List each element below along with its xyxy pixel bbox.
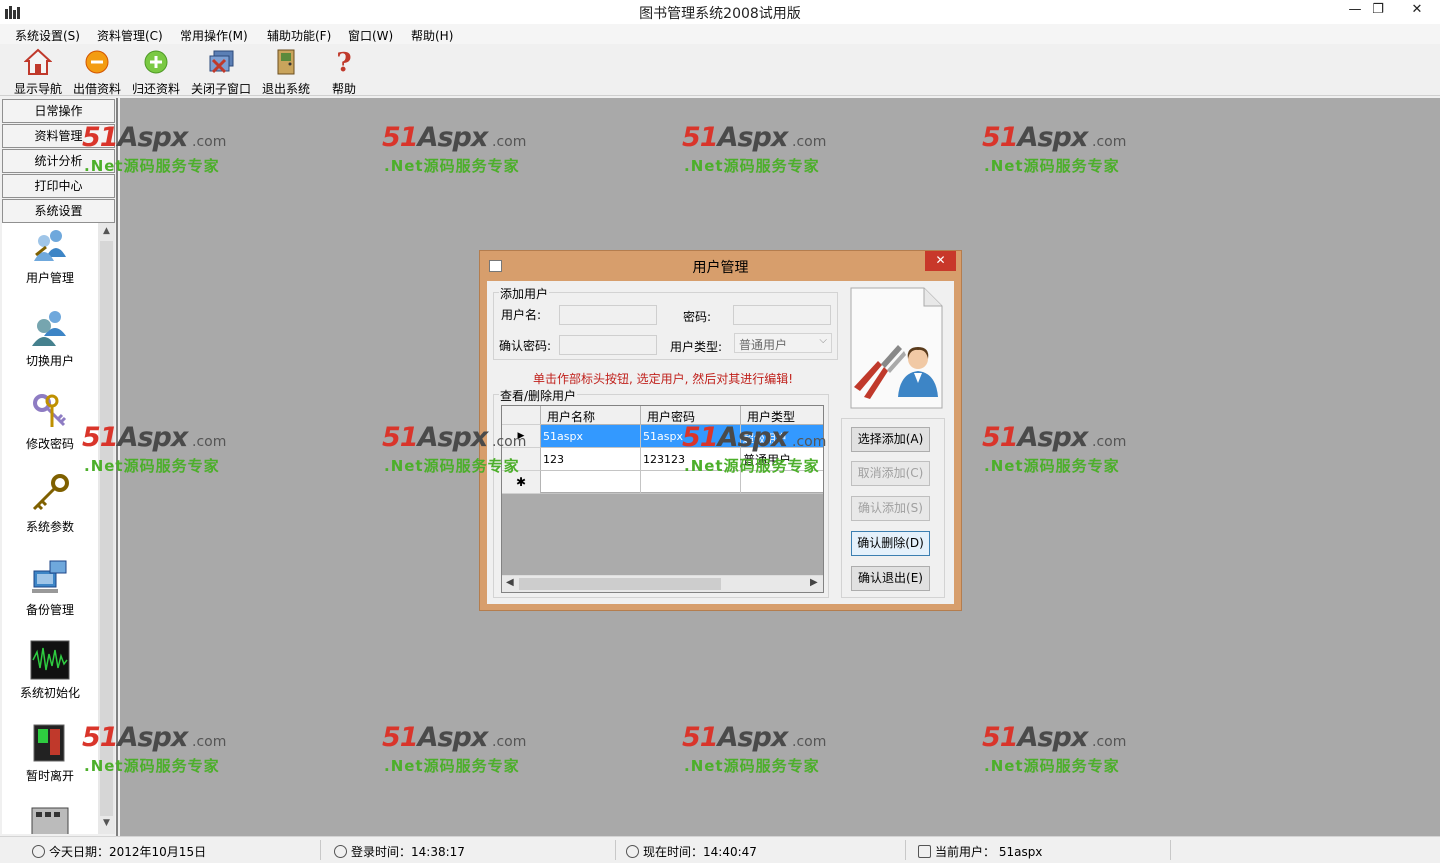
watermark: 51Aspx .com .Net源码服务专家 bbox=[982, 422, 1127, 475]
watermark: 51Aspx .com .Net源码服务专家 bbox=[982, 722, 1127, 775]
oscilloscope-icon bbox=[30, 640, 70, 680]
help-icon: ? bbox=[330, 48, 358, 78]
return-data-button[interactable]: 归还资料 bbox=[131, 46, 181, 96]
close-child-window-button[interactable]: 关闭子窗口 bbox=[190, 46, 252, 96]
watermark: 51Aspx .com .Net源码服务专家 bbox=[82, 122, 227, 175]
scroll-down-icon[interactable]: ▼ bbox=[98, 818, 115, 828]
nav-item-system-parameters[interactable]: 系统参数 bbox=[2, 474, 98, 535]
nav-header-daily[interactable]: 日常操作 bbox=[2, 99, 115, 123]
key-icon bbox=[30, 474, 70, 514]
edit-hint: 单击作部标头按钮, 选定用户, 然后对其进行编辑! bbox=[533, 372, 794, 386]
window-title: 图书管理系统2008试用版 bbox=[639, 6, 801, 22]
status-current-user: 当前用户： 51aspx bbox=[918, 843, 1042, 860]
clock-icon bbox=[32, 845, 45, 858]
password-input[interactable] bbox=[733, 305, 831, 325]
house-icon bbox=[23, 48, 53, 76]
users-icon bbox=[30, 225, 70, 265]
dialog-title-bar[interactable]: 用户管理 ✕ bbox=[480, 251, 961, 280]
table-cell[interactable] bbox=[541, 471, 641, 494]
dialog-title: 用户管理 bbox=[692, 260, 749, 276]
column-header-username[interactable]: 用户名称 bbox=[541, 406, 641, 425]
calculator-icon bbox=[30, 806, 70, 834]
nav-item-switch-user[interactable]: 切换用户 bbox=[2, 308, 98, 369]
watermark: 51Aspx .com .Net源码服务专家 bbox=[682, 722, 827, 775]
menu-auxiliary[interactable]: 辅助功能(F) bbox=[267, 27, 331, 44]
status-current-time: 现在时间：14:40:47 bbox=[626, 843, 757, 860]
dialog-close-button[interactable]: ✕ bbox=[925, 251, 956, 271]
toolbar: 显示导航 出借资料 归还资料 关闭子窗口 退出系统 ? 帮助 bbox=[0, 44, 1440, 96]
close-button[interactable]: ✕ bbox=[1402, 0, 1432, 22]
watermark: 51Aspx .com .Net源码服务专家 bbox=[382, 122, 527, 175]
watermark: 51Aspx .com .Net源码服务专家 bbox=[682, 422, 827, 475]
user-tools-image bbox=[848, 287, 943, 409]
watermark: 51Aspx .com .Net源码服务专家 bbox=[382, 422, 527, 475]
add-user-group-label: 添加用户 bbox=[499, 285, 550, 302]
help-button[interactable]: ? 帮助 bbox=[320, 46, 368, 96]
scroll-right-icon[interactable]: ▶ bbox=[810, 577, 818, 588]
table-cell[interactable]: 123 bbox=[541, 448, 641, 471]
exit-system-button[interactable]: 退出系统 bbox=[261, 46, 311, 96]
confirm-exit-button[interactable]: 确认退出(E) bbox=[851, 566, 930, 591]
nav-item-partial bbox=[2, 806, 98, 834]
chevron-down-icon: ⌵ bbox=[819, 335, 827, 346]
status-today: 今天日期：2012年10月15日 bbox=[32, 843, 206, 860]
plus-circle-icon bbox=[142, 48, 170, 76]
scroll-left-icon[interactable]: ◀ bbox=[506, 577, 514, 588]
view-delete-group-label: 查看/删除用户 bbox=[499, 387, 578, 404]
watermark: 51Aspx .com .Net源码服务专家 bbox=[82, 722, 227, 775]
username-input[interactable] bbox=[559, 305, 657, 325]
nav-header-print[interactable]: 打印中心 bbox=[2, 174, 115, 198]
user-type-value: 普通用户 bbox=[739, 338, 788, 352]
exit-door-icon bbox=[30, 723, 70, 763]
user-type-select[interactable]: 普通用户 ⌵ bbox=[734, 333, 832, 353]
clock-icon bbox=[334, 845, 347, 858]
title-bar: 图书管理系统2008试用版 — ❐ ✕ bbox=[0, 0, 1440, 24]
menu-common-operations[interactable]: 常用操作(M) bbox=[180, 27, 248, 44]
scroll-up-icon[interactable]: ▲ bbox=[98, 226, 115, 236]
cancel-add-button[interactable]: 取消添加(C) bbox=[851, 461, 930, 486]
user-type-label: 用户类型: bbox=[670, 340, 723, 354]
switch-user-icon bbox=[30, 308, 70, 348]
grid-horizontal-scrollbar[interactable]: ◀ ▶ bbox=[502, 575, 823, 592]
table-cell[interactable]: 51aspx bbox=[541, 425, 641, 448]
nav-item-user-management[interactable]: 用户管理 bbox=[2, 225, 98, 286]
status-bar: 今天日期：2012年10月15日 登录时间：14:38:17 现在时间：14:4… bbox=[0, 836, 1440, 863]
grid-scroll-thumb[interactable] bbox=[519, 578, 721, 590]
confirm-delete-button[interactable]: 确认删除(D) bbox=[851, 531, 930, 556]
clock-icon bbox=[626, 845, 639, 858]
menu-window[interactable]: 窗口(W) bbox=[348, 27, 393, 44]
exit-door-icon bbox=[272, 48, 300, 76]
minus-circle-icon bbox=[83, 48, 111, 76]
svg-text:?: ? bbox=[336, 48, 351, 76]
nav-header-settings[interactable]: 系统设置 bbox=[2, 199, 115, 223]
menu-system-settings[interactable]: 系统设置(S) bbox=[15, 27, 80, 44]
select-add-button[interactable]: 选择添加(A) bbox=[851, 427, 930, 452]
watermark: 51Aspx .com .Net源码服务专家 bbox=[382, 722, 527, 775]
keys-icon bbox=[30, 391, 70, 431]
username-label: 用户名: bbox=[501, 308, 542, 322]
confirm-add-button[interactable]: 确认添加(S) bbox=[851, 496, 930, 521]
watermark: 51Aspx .com .Net源码服务专家 bbox=[982, 122, 1127, 175]
menu-bar: 系统设置(S) 资料管理(C) 常用操作(M) 辅助功能(F) 窗口(W) 帮助… bbox=[0, 24, 1440, 44]
nav-item-backup-management[interactable]: 备份管理 bbox=[2, 557, 98, 618]
status-login-time: 登录时间：14:38:17 bbox=[334, 843, 465, 860]
confirm-password-input[interactable] bbox=[559, 335, 657, 355]
backup-computer-icon bbox=[30, 557, 70, 597]
restore-button[interactable]: ❐ bbox=[1363, 0, 1393, 22]
menu-help[interactable]: 帮助(H) bbox=[411, 27, 453, 44]
watermark: 51Aspx .com .Net源码服务专家 bbox=[682, 122, 827, 175]
password-label: 密码: bbox=[683, 310, 712, 324]
watermark: 51Aspx .com .Net源码服务专家 bbox=[82, 422, 227, 475]
lend-data-button[interactable]: 出借资料 bbox=[72, 46, 122, 96]
show-navigation-button[interactable]: 显示导航 bbox=[12, 46, 64, 96]
menu-data-management[interactable]: 资料管理(C) bbox=[97, 27, 163, 44]
close-window-icon bbox=[207, 48, 235, 76]
user-icon bbox=[918, 845, 931, 858]
nav-item-system-init[interactable]: 系统初始化 bbox=[2, 640, 98, 701]
confirm-password-label: 确认密码: bbox=[499, 339, 552, 353]
